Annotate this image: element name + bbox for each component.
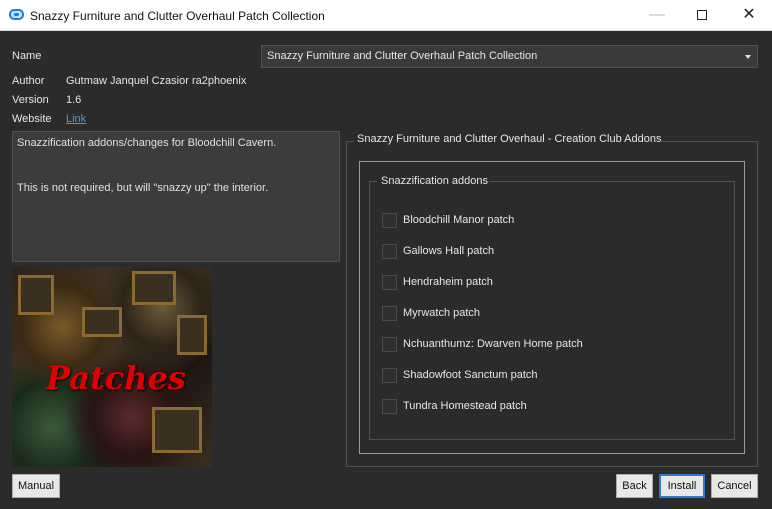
description-line: Snazzification addons/changes for Bloodc…	[17, 137, 277, 149]
manual-button[interactable]: Manual	[12, 474, 60, 498]
option-label: Gallows Hall patch	[403, 245, 495, 257]
option-label: Shadowfoot Sanctum patch	[403, 369, 538, 381]
group-border	[660, 141, 758, 142]
version-label: Version	[12, 94, 49, 106]
option-gallows-hall[interactable]: Gallows Hall patch	[382, 244, 682, 260]
painting-frame	[152, 407, 202, 453]
checkbox[interactable]	[382, 213, 397, 228]
description-spacer	[17, 150, 335, 182]
option-label: Tundra Homestead patch	[403, 400, 527, 412]
window-title: Snazzy Furniture and Clutter Overhaul Pa…	[30, 9, 325, 23]
option-myrwatch[interactable]: Myrwatch patch	[382, 306, 682, 322]
install-button[interactable]: Install	[659, 474, 705, 498]
name-label: Name	[12, 50, 42, 62]
checkbox[interactable]	[382, 244, 397, 259]
checkbox[interactable]	[382, 368, 397, 383]
app-icon	[9, 9, 24, 20]
image-caption: Patches	[46, 359, 186, 397]
version-value: 1.6	[66, 94, 82, 106]
checkbox[interactable]	[382, 275, 397, 290]
option-hendraheim[interactable]: Hendraheim patch	[382, 275, 682, 291]
option-label: Hendraheim patch	[403, 276, 493, 288]
checkbox[interactable]	[382, 306, 397, 321]
group-border	[346, 141, 354, 142]
title-bar: Snazzy Furniture and Clutter Overhaul Pa…	[0, 0, 772, 31]
website-label: Website	[12, 113, 52, 125]
back-button[interactable]: Back	[616, 474, 653, 498]
name-dropdown[interactable]: Snazzy Furniture and Clutter Overhaul Pa…	[261, 45, 758, 68]
website-link[interactable]: Link	[66, 113, 86, 125]
painting-frame	[132, 271, 176, 305]
maximize-icon	[697, 10, 707, 20]
chevron-down-icon	[745, 55, 751, 59]
group-border	[369, 181, 377, 182]
option-label: Nchuanthumz: Dwarven Home patch	[403, 338, 583, 350]
option-bloodchill-manor[interactable]: Bloodchill Manor patch	[382, 213, 682, 229]
option-shadowfoot-sanctum[interactable]: Shadowfoot Sanctum patch	[382, 368, 682, 384]
group-border	[489, 181, 735, 182]
cancel-button[interactable]: Cancel	[711, 474, 758, 498]
painting-frame	[18, 275, 54, 315]
description-line: This is not required, but will "snazzy u…	[17, 182, 269, 194]
author-label: Author	[12, 75, 45, 87]
maximize-button[interactable]	[679, 0, 725, 30]
description-box[interactable]: Snazzification addons/changes for Bloodc…	[12, 131, 340, 262]
option-label: Bloodchill Manor patch	[403, 214, 515, 226]
preview-image: Patches	[12, 267, 212, 467]
name-dropdown-value: Snazzy Furniture and Clutter Overhaul Pa…	[267, 50, 538, 62]
option-nchuanthumz[interactable]: Nchuanthumz: Dwarven Home patch	[382, 337, 682, 353]
painting-frame	[177, 315, 207, 355]
painting-frame	[82, 307, 122, 337]
close-button[interactable]: ✕	[726, 0, 772, 30]
author-value: Gutmaw Janquel Czasior ra2phoenix	[66, 75, 247, 87]
option-tundra-homestead[interactable]: Tundra Homestead patch	[382, 399, 682, 415]
option-label: Myrwatch patch	[403, 307, 481, 319]
minimize-button[interactable]: —	[634, 0, 680, 30]
checkbox[interactable]	[382, 399, 397, 414]
checkbox[interactable]	[382, 337, 397, 352]
